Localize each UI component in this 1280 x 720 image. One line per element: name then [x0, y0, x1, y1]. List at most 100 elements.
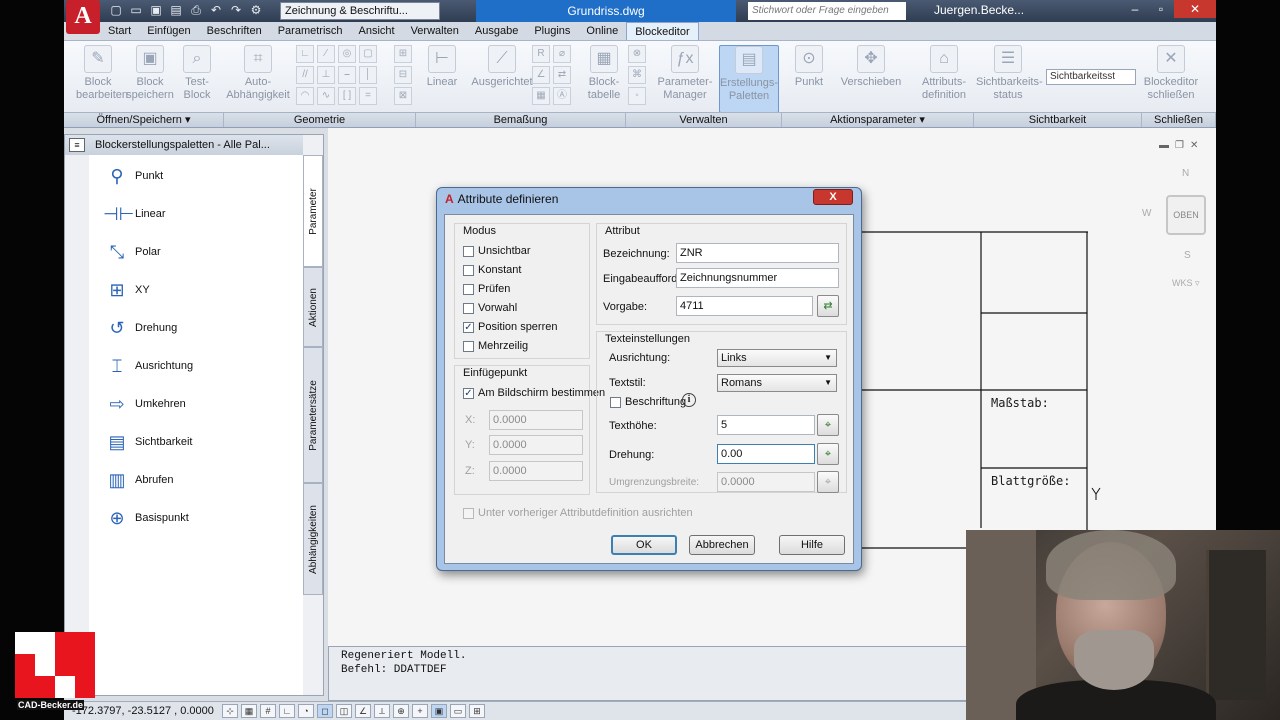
diameter-icon[interactable]: ⌀	[553, 45, 571, 63]
osnap-icon[interactable]: ◻	[317, 704, 333, 718]
lwt-icon[interactable]: +	[412, 704, 428, 718]
viewport-minimize-icon[interactable]: ▬	[1159, 140, 1169, 151]
punkt-button[interactable]: ⊙ Punkt	[784, 45, 834, 89]
viewcube-top[interactable]: OBEN	[1166, 195, 1206, 235]
tpy-icon[interactable]: ▣	[431, 704, 447, 718]
fix-icon[interactable]: ▢	[359, 45, 377, 63]
insert-field-button[interactable]: ⇄	[817, 295, 839, 317]
blocktabelle-button[interactable]: ▦ Block- tabelle	[584, 45, 624, 102]
texthoehe-pick-button[interactable]: ⌖	[817, 414, 839, 436]
redo-icon[interactable]: ↷	[228, 2, 244, 18]
viewport-close-icon[interactable]: ✕	[1190, 140, 1198, 151]
palette-item-polar[interactable]: ⤡ Polar	[103, 237, 161, 267]
panel-schliessen[interactable]: Schließen	[1142, 113, 1216, 127]
smooth-icon[interactable]: ∿	[317, 87, 335, 105]
point-mini-icon[interactable]: ◦	[628, 87, 646, 105]
show-constraints-icon[interactable]: ⊞	[394, 45, 412, 63]
palette-item-xy[interactable]: ⊞ XY	[103, 275, 149, 305]
visibility-state-select[interactable]: Sichtbarkeitsst	[1046, 69, 1136, 85]
symmetric-icon[interactable]: [ ]	[338, 87, 356, 105]
ausrichtung-select[interactable]: Links ▼	[717, 349, 837, 367]
workspace-select[interactable]: Zeichnung & Beschriftu...	[280, 2, 440, 20]
panel-bemassung[interactable]: Bemaßung	[416, 113, 626, 127]
save-as-icon[interactable]: ▤	[168, 2, 184, 18]
hilfe-button[interactable]: Hilfe	[779, 535, 845, 555]
auto-abhaengigkeit-button[interactable]: ⌗ Auto- Abhängigkeit	[224, 45, 292, 102]
save-icon[interactable]: ▣	[148, 2, 164, 18]
palette-item-punkt[interactable]: ⚲ Punkt	[103, 161, 163, 191]
dyn-icon[interactable]: ⊕	[393, 704, 409, 718]
palette-item-abrufen[interactable]: ▥ Abrufen	[103, 465, 173, 495]
collinear-icon[interactable]: ⁄	[317, 45, 335, 63]
unsichtbar-checkbox[interactable]: Unsichtbar	[463, 245, 531, 257]
tab-plugins[interactable]: Plugins	[526, 22, 578, 40]
palette-tab-abhaengigkeiten[interactable]: Abhängigkeiten	[303, 483, 323, 595]
new-icon[interactable]: ▢	[108, 2, 124, 18]
tab-beschriften[interactable]: Beschriften	[199, 22, 270, 40]
application-menu-button[interactable]: A	[66, 0, 100, 34]
textstil-select[interactable]: Romans ▼	[717, 374, 837, 392]
tab-start[interactable]: Start	[100, 22, 139, 40]
minimize-icon[interactable]: –	[1122, 0, 1148, 18]
panel-verwalten[interactable]: Verwalten	[626, 113, 782, 127]
bezeichnung-input[interactable]: ZNR	[676, 243, 839, 263]
eingabeaufforderung-input[interactable]: Zeichnungsnummer	[676, 268, 839, 288]
vorgabe-input[interactable]: 4711	[676, 296, 813, 316]
parameter-manager-button[interactable]: ƒx Parameter- Manager	[656, 45, 714, 102]
vorwahl-checkbox[interactable]: Vorwahl	[463, 302, 517, 314]
palette-item-linear[interactable]: ⊣⊢ Linear	[103, 199, 166, 229]
close-icon[interactable]: ✕	[1174, 0, 1216, 18]
show-all-icon[interactable]: ⊟	[394, 66, 412, 84]
user-name[interactable]: Juergen.Becke...	[934, 3, 1024, 17]
radius-icon[interactable]: R	[532, 45, 550, 63]
ortho-icon[interactable]: ∟	[279, 704, 295, 718]
texthoehe-input[interactable]: 5	[717, 415, 815, 435]
viewcube[interactable]: N W O OBEN S WKS ▿	[1132, 160, 1216, 295]
palette-title[interactable]: Blockerstellungspaletten - Alle Pal...	[65, 135, 303, 155]
concentric-icon[interactable]: ◎	[338, 45, 356, 63]
tangent-icon[interactable]: ◠	[296, 87, 314, 105]
parallel-icon[interactable]: //	[296, 66, 314, 84]
angle-icon[interactable]: ∠	[532, 66, 550, 84]
open-icon[interactable]: ▭	[128, 2, 144, 18]
tab-online[interactable]: Online	[578, 22, 626, 40]
palette-tab-aktionen[interactable]: Aktionen	[303, 267, 323, 347]
infer-icon[interactable]: ⊹	[222, 704, 238, 718]
attribute-mini-icon[interactable]: Ⓐ	[553, 87, 571, 105]
delete-icon[interactable]: ⊗	[628, 45, 646, 63]
undo-icon[interactable]: ↶	[208, 2, 224, 18]
palette-item-basispunkt[interactable]: ⊕ Basispunkt	[103, 503, 188, 533]
palette-item-ausrichtung[interactable]: ⌶ Ausrichtung	[103, 351, 194, 381]
convert-icon[interactable]: ⇄	[553, 66, 571, 84]
maximize-icon[interactable]: ▫	[1148, 0, 1174, 18]
otrack-icon[interactable]: ∠	[355, 704, 371, 718]
command-line[interactable]: Regeneriert Modell. Befehl: DDATTDEF	[328, 646, 968, 701]
perpendicular-icon[interactable]: ⊥	[317, 66, 335, 84]
print-icon[interactable]: ⎙	[188, 2, 204, 18]
palette-item-drehung[interactable]: ↺ Drehung	[103, 313, 177, 343]
linear-button[interactable]: ⊢ Linear	[422, 45, 462, 89]
vertical-icon[interactable]: │	[359, 66, 377, 84]
verschieben-button[interactable]: ✥ Verschieben	[840, 45, 902, 89]
ausgerichtet-button[interactable]: ⟋ Ausgerichtet	[468, 45, 536, 89]
test-block-button[interactable]: ⌕ Test- Block	[180, 45, 214, 102]
ducs-icon[interactable]: ⟂	[374, 704, 390, 718]
palette-item-sichtbarkeit[interactable]: ▤ Sichtbarkeit	[103, 427, 192, 457]
3dosnap-icon[interactable]: ◫	[336, 704, 352, 718]
viewport-restore-icon[interactable]: ❐	[1175, 140, 1184, 151]
block-bearbeiten-button[interactable]: ✎ Block bearbeiten	[76, 45, 128, 102]
palette-item-umkehren[interactable]: ⇨ Umkehren	[103, 389, 185, 419]
info-icon[interactable]: i	[682, 393, 696, 407]
block-table-mini-icon[interactable]: ▦	[532, 87, 550, 105]
snap-icon[interactable]: ▦	[241, 704, 257, 718]
sc-icon[interactable]: ⊞	[469, 704, 485, 718]
coincident-icon[interactable]: ∟	[296, 45, 314, 63]
panel-geometrie[interactable]: Geometrie	[224, 113, 416, 127]
position-sperren-checkbox[interactable]: ✓ Position sperren	[463, 321, 558, 333]
erstellungs-paletten-button[interactable]: ▤ Erstellungs- Paletten	[719, 45, 779, 113]
tab-verwalten[interactable]: Verwalten	[403, 22, 467, 40]
wcs-menu[interactable]: WKS ▿	[1172, 278, 1200, 289]
palette-tab-parameter[interactable]: Parameter	[303, 155, 323, 267]
palette-menu-icon[interactable]: ≡	[69, 138, 85, 152]
horizontal-icon[interactable]: ⎯	[338, 66, 356, 84]
